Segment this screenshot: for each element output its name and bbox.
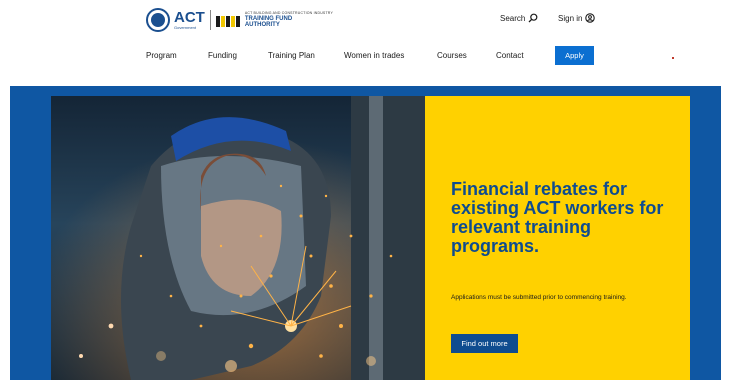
signin-label: Sign in xyxy=(558,13,583,23)
hero-subtext: Applications must be submitted prior to … xyxy=(451,294,627,301)
nav-item-funding[interactable]: Funding xyxy=(208,51,237,60)
hero-photo-welder xyxy=(51,96,425,380)
signin-link[interactable]: Sign in xyxy=(558,13,596,23)
welder-sparks-image xyxy=(51,96,425,380)
act-government-seal-icon xyxy=(146,8,170,32)
user-icon xyxy=(585,13,596,23)
site-header: ACT Government ACT BUILDING AND CONSTRUC… xyxy=(0,0,732,85)
logo-divider xyxy=(209,10,211,30)
main-nav: Program Funding Training Plan Women in t… xyxy=(0,51,732,65)
nav-item-training-plan[interactable]: Training Plan xyxy=(268,51,315,60)
search-icon xyxy=(528,13,538,23)
hero-headline: Financial rebates for existing ACT worke… xyxy=(451,179,664,256)
apply-button[interactable]: Apply xyxy=(555,46,594,65)
nav-item-women-in-trades[interactable]: Women in trades xyxy=(344,51,404,60)
site-logo[interactable]: ACT Government ACT BUILDING AND CONSTRUC… xyxy=(146,8,333,32)
tfa-name-line2: AUTHORITY xyxy=(244,21,280,28)
search-link[interactable]: Search xyxy=(500,13,538,23)
act-wordmark: ACT Government xyxy=(174,10,205,30)
tfa-wordmark: ACT BUILDING AND CONSTRUCTION INDUSTRY T… xyxy=(245,12,333,28)
nav-item-program[interactable]: Program xyxy=(146,51,177,60)
act-logo-subtitle: Government xyxy=(174,25,197,30)
act-logo-name: ACT xyxy=(174,9,205,26)
search-label: Search xyxy=(500,13,526,23)
nav-item-contact[interactable]: Contact xyxy=(496,51,524,60)
nav-item-courses[interactable]: Courses xyxy=(437,51,467,60)
find-out-more-button[interactable]: Find out more xyxy=(451,334,518,353)
decorative-dot xyxy=(672,57,674,59)
tfa-bars-icon xyxy=(215,13,241,27)
